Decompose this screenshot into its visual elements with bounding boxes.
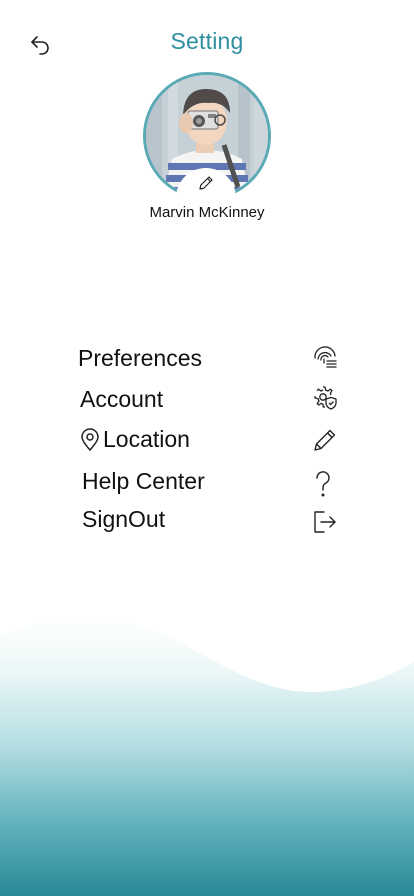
menu-item-help-center[interactable]: Help Center bbox=[82, 468, 205, 495]
fingerprint-list-icon[interactable] bbox=[311, 343, 339, 371]
question-mark-icon[interactable] bbox=[309, 470, 337, 498]
location-pin-icon bbox=[81, 427, 99, 451]
pencil-icon bbox=[199, 176, 213, 190]
sign-out-icon[interactable] bbox=[311, 508, 339, 536]
menu-item-label: Location bbox=[103, 426, 190, 452]
menu-item-preferences[interactable]: Preferences bbox=[78, 345, 202, 372]
menu-item-label: Account bbox=[80, 386, 164, 412]
decorative-wave bbox=[0, 617, 414, 896]
menu-item-label: Preferences bbox=[78, 345, 203, 371]
menu-item-label: Help Center bbox=[82, 468, 205, 494]
page-title: Setting bbox=[170, 28, 244, 54]
menu-item-label: SignOut bbox=[82, 506, 166, 532]
profile-name: Marvin McKinney bbox=[149, 204, 265, 221]
profile-avatar-container bbox=[143, 72, 271, 208]
pencil-icon[interactable] bbox=[311, 426, 339, 454]
menu-item-account[interactable]: Account bbox=[80, 386, 163, 413]
menu-item-signout[interactable]: SignOut bbox=[82, 506, 165, 533]
gear-shield-icon[interactable] bbox=[311, 384, 339, 412]
menu-item-location[interactable]: Location bbox=[80, 426, 190, 453]
